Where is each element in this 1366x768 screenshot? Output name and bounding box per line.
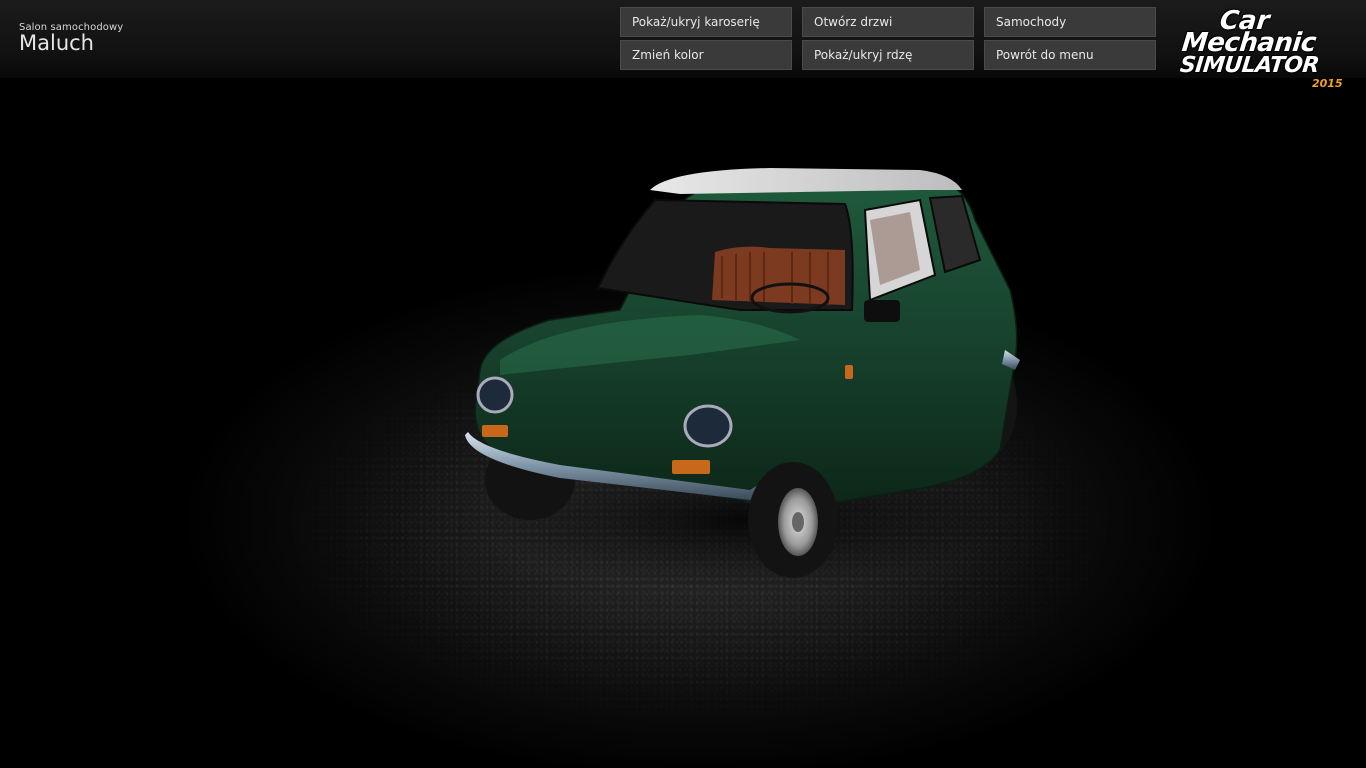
top-bar: Salon samochodowy Maluch Pokaż/ukryj kar… bbox=[0, 0, 1366, 78]
car-name-title: Maluch bbox=[19, 31, 94, 55]
logo-line-simulator: SIMULATOR bbox=[1178, 53, 1321, 78]
logo-year: 2015 bbox=[1312, 77, 1343, 90]
toggle-rust-button[interactable]: Pokaż/ukryj rdzę bbox=[802, 40, 974, 70]
change-color-button[interactable]: Zmień kolor bbox=[620, 40, 792, 70]
game-viewport: Salon samochodowy Maluch Pokaż/ukryj kar… bbox=[0, 0, 1366, 768]
car-model-maluch[interactable] bbox=[440, 160, 1040, 600]
game-logo: Car Mechanic SIMULATOR 2015 bbox=[1176, 6, 1352, 94]
cars-button[interactable]: Samochody bbox=[984, 7, 1156, 37]
toggle-body-button[interactable]: Pokaż/ukryj karoserię bbox=[620, 7, 792, 37]
back-to-menu-button[interactable]: Powrót do menu bbox=[984, 40, 1156, 70]
open-doors-button[interactable]: Otwórz drzwi bbox=[802, 7, 974, 37]
